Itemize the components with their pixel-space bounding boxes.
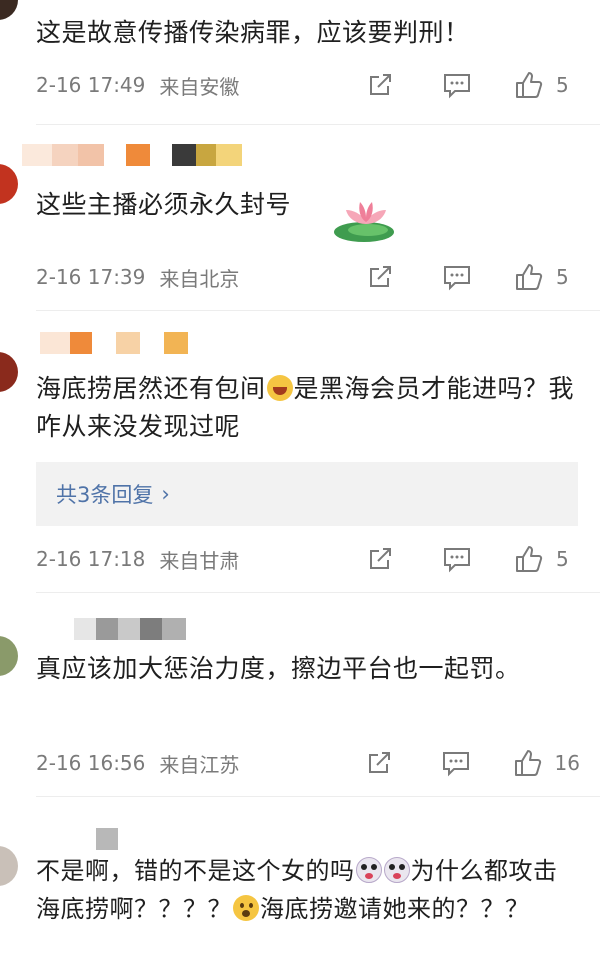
comment-actions: 5 bbox=[366, 70, 580, 100]
username-redacted[interactable] bbox=[96, 828, 118, 850]
shocked-face-emoji-icon bbox=[383, 857, 410, 883]
like-button[interactable]: 5 bbox=[514, 70, 580, 100]
share-icon bbox=[370, 266, 391, 287]
avatar[interactable] bbox=[0, 164, 18, 204]
username-redacted[interactable] bbox=[40, 332, 188, 354]
comment-icon bbox=[442, 752, 469, 777]
share-button[interactable] bbox=[366, 263, 394, 291]
username-redacted[interactable] bbox=[22, 144, 242, 166]
comment-text-part: 海底捞邀请她来的？？？ bbox=[260, 895, 530, 923]
chevron-right-icon: › bbox=[161, 482, 170, 506]
comment-text: 海底捞居然还有包间 是黑海会员才能进吗？我咋从来没发现过呢 bbox=[36, 370, 576, 446]
share-icon bbox=[370, 548, 391, 569]
divider bbox=[36, 796, 600, 797]
reply-button[interactable] bbox=[442, 545, 472, 573]
avatar[interactable] bbox=[0, 352, 18, 392]
comment-meta: 2-16 16:56 来自江苏 16 bbox=[36, 748, 580, 778]
comment-actions: 16 bbox=[365, 748, 580, 778]
worried-face-emoji-icon bbox=[233, 895, 259, 921]
lotus-sticker-icon bbox=[334, 202, 394, 242]
comment-meta: 2-16 17:49 来自安徽 5 bbox=[36, 70, 580, 100]
like-button[interactable]: 5 bbox=[514, 262, 580, 292]
comment-text-part: 不是啊，错的不是这个女的吗 bbox=[36, 857, 355, 885]
comment-actions: 5 bbox=[366, 544, 580, 574]
comment-icon bbox=[444, 74, 470, 99]
comment-location: 来自北京 bbox=[159, 266, 240, 291]
comment-icon bbox=[444, 266, 470, 291]
replies-count-label: 共3条回复 bbox=[56, 483, 154, 507]
share-button[interactable] bbox=[365, 749, 393, 777]
divider bbox=[36, 310, 600, 311]
share-button[interactable] bbox=[366, 545, 394, 573]
shocked-face-emoji-icon bbox=[355, 857, 382, 883]
divider bbox=[36, 592, 600, 593]
comment-text-part: 海底捞居然还有包间 bbox=[36, 374, 266, 403]
like-count: 16 bbox=[554, 751, 580, 775]
thumbs-up-icon bbox=[516, 264, 543, 290]
reply-button[interactable] bbox=[442, 71, 472, 99]
comment-text: 这是故意传播传染病罪，应该要判刑！ bbox=[36, 18, 470, 47]
comment-text: 这些主播必须永久封号 bbox=[36, 190, 292, 219]
comment-time: 2-16 17:18 bbox=[36, 547, 146, 571]
share-icon bbox=[368, 752, 390, 773]
comment-text: 真应该加大惩治力度，擦边平台也一起罚。 bbox=[36, 654, 521, 683]
like-button[interactable]: 5 bbox=[514, 544, 580, 574]
comment-location: 来自江苏 bbox=[159, 752, 240, 777]
comment-icon bbox=[444, 548, 470, 573]
avatar[interactable] bbox=[0, 846, 18, 886]
thumbs-up-icon bbox=[516, 72, 543, 98]
share-icon bbox=[370, 74, 391, 95]
comment-time: 2-16 17:39 bbox=[36, 265, 146, 289]
comment-time: 2-16 17:49 bbox=[36, 73, 146, 97]
comment-meta: 2-16 17:18 来自甘肃 5 bbox=[36, 544, 580, 574]
reply-button[interactable] bbox=[442, 263, 472, 291]
like-button[interactable]: 16 bbox=[513, 748, 580, 778]
username-redacted[interactable] bbox=[74, 618, 186, 640]
thumbs-up-icon bbox=[516, 546, 543, 572]
like-count: 5 bbox=[556, 547, 569, 571]
share-button[interactable] bbox=[366, 71, 394, 99]
avatar[interactable] bbox=[0, 636, 18, 676]
like-count: 5 bbox=[556, 73, 569, 97]
comment-location: 来自甘肃 bbox=[159, 548, 240, 573]
reply-button[interactable] bbox=[441, 749, 471, 777]
comment-meta: 2-16 17:39 来自北京 5 bbox=[36, 262, 580, 292]
thumbs-up-icon bbox=[514, 750, 541, 776]
view-replies-button[interactable]: 共3条回复 › bbox=[36, 462, 578, 526]
comment-time: 2-16 16:56 bbox=[36, 751, 146, 775]
divider bbox=[36, 124, 600, 125]
comment-location: 来自安徽 bbox=[159, 74, 240, 99]
comment-actions: 5 bbox=[366, 262, 580, 292]
avatar[interactable] bbox=[0, 0, 18, 20]
laughing-crying-emoji-icon bbox=[266, 375, 293, 401]
like-count: 5 bbox=[556, 265, 569, 289]
comment-text: 不是啊，错的不是这个女的吗 为什么都攻击海底捞啊？？？？ 海底捞邀请她来的？？？ bbox=[36, 852, 576, 928]
